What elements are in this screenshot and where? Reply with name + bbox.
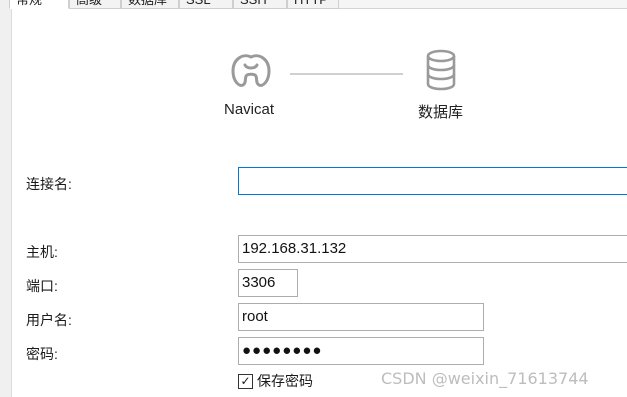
tab-advanced[interactable]: 高级 <box>69 0 121 9</box>
port-input[interactable]: 3306 <box>238 269 298 297</box>
target-label: 数据库 <box>418 104 464 121</box>
connection-line <box>290 73 403 75</box>
database-icon <box>425 49 457 91</box>
watermark: CSDN @weixin_71613744 <box>381 369 589 388</box>
left-panel-edge <box>0 0 12 397</box>
username-input[interactable]: root <box>238 303 484 331</box>
host-label: 主机: <box>26 244 58 260</box>
navicat-logo-icon <box>229 51 273 91</box>
save-password-label: 保存密码 <box>257 373 313 389</box>
tab-general[interactable]: 常规 <box>9 0 69 9</box>
host-input[interactable]: 192.168.31.132 <box>238 235 627 263</box>
source-label: Navicat <box>224 101 275 118</box>
password-label: 密码: <box>26 346 58 362</box>
username-label: 用户名: <box>26 312 72 328</box>
tab-bar: 常规 高级 数据库 SSL SSH HTTP <box>9 0 627 9</box>
port-label: 端口: <box>26 278 58 294</box>
connection-name-input[interactable] <box>238 167 627 195</box>
tab-ssl[interactable]: SSL <box>179 0 233 9</box>
save-password-checkbox[interactable]: ✓ <box>238 373 253 389</box>
tab-ssh[interactable]: SSH <box>233 0 287 9</box>
password-input[interactable]: ●●●●●●●● <box>238 337 484 365</box>
connection-name-label: 连接名: <box>26 176 72 192</box>
save-password-option[interactable]: ✓ 保存密码 <box>238 372 313 390</box>
tab-http[interactable]: HTTP <box>287 0 339 9</box>
tab-databases[interactable]: 数据库 <box>121 0 179 9</box>
